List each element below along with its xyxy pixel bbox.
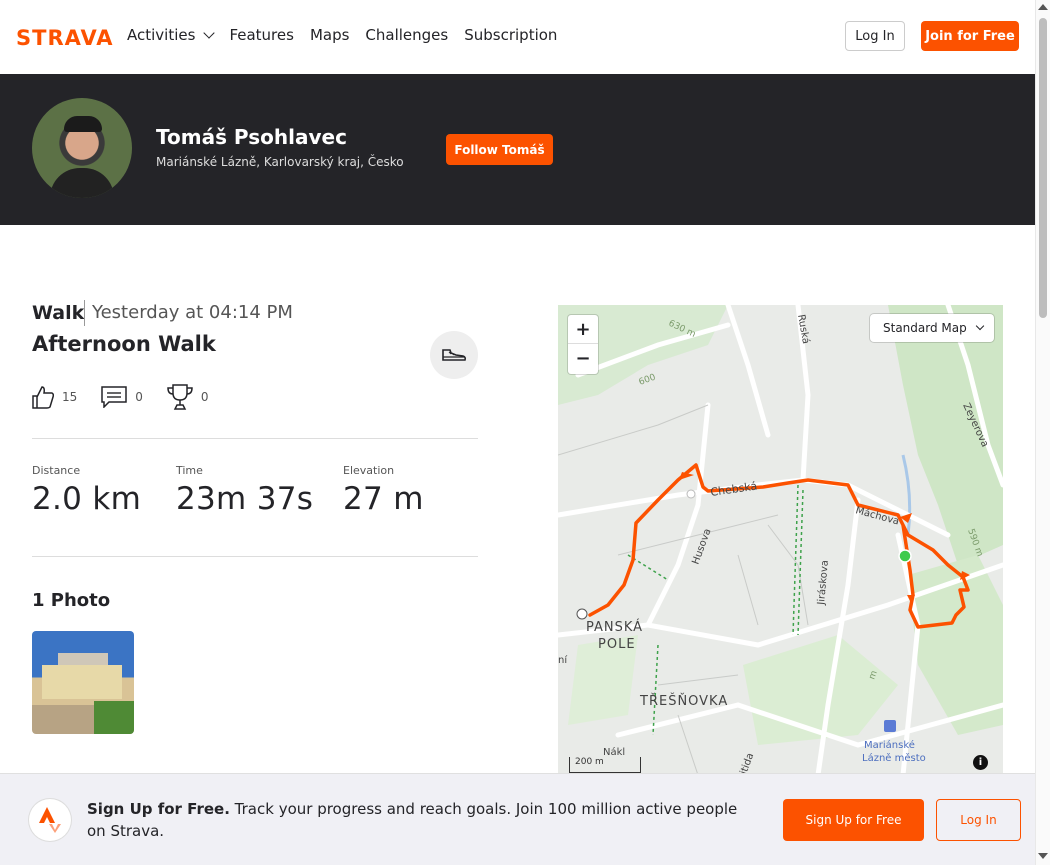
- comment-count: 0: [135, 390, 143, 404]
- banner-headline: Sign Up for Free.: [87, 800, 230, 818]
- nav-challenges[interactable]: Challenges: [365, 26, 448, 44]
- map-label-marianske: Mariánské: [864, 739, 915, 751]
- stat-label: Time: [176, 464, 203, 477]
- photo-grass: [94, 701, 134, 734]
- stat-label: Distance: [32, 464, 81, 477]
- shoe-icon[interactable]: [430, 331, 478, 379]
- map-label-husova: Husova: [690, 527, 713, 566]
- athlete-avatar[interactable]: [32, 98, 132, 198]
- map-style-label: Standard Map: [883, 321, 967, 335]
- comment-icon: [101, 386, 128, 408]
- divider: [32, 438, 478, 439]
- nav-features[interactable]: Features: [229, 26, 294, 44]
- route-end-marker: [576, 608, 588, 620]
- nav-activities[interactable]: Activities: [127, 26, 216, 44]
- scrollbar-thumb[interactable]: [1039, 18, 1047, 318]
- strava-logo-icon: [29, 799, 71, 841]
- trophy-icon: [167, 384, 193, 410]
- nav-links: Activities Features Maps Challenges Subs…: [127, 26, 557, 44]
- zoom-out-button[interactable]: −: [568, 344, 598, 373]
- stat-value: 23m 37s: [176, 481, 314, 517]
- signup-banner: Sign Up for Free. Track your progress an…: [0, 773, 1035, 865]
- chevron-down-icon: [975, 321, 984, 331]
- athlete-name[interactable]: Tomáš Psohlavec: [156, 125, 347, 149]
- join-free-button[interactable]: Join for Free: [921, 21, 1019, 51]
- banner-message: Sign Up for Free. Track your progress an…: [87, 798, 757, 842]
- map-style-select[interactable]: Standard Map: [870, 314, 994, 342]
- top-navigation: STRAVA Activities Features Maps Challeng…: [0, 0, 1035, 73]
- divider: [84, 300, 85, 326]
- map-canvas: PANSKÁ POLE TŘEŠŇOVKA Chebská Máchova Hu…: [558, 305, 1003, 775]
- map-label-ni: ní: [558, 654, 568, 666]
- banner-login-button[interactable]: Log In: [936, 799, 1021, 841]
- nav-activities-label: Activities: [127, 26, 196, 44]
- activity-photo[interactable]: [32, 631, 134, 734]
- map-elevation-label: 600: [638, 372, 658, 387]
- map-label-itida: itida: [738, 752, 756, 775]
- route-line: [588, 463, 970, 629]
- map-label-tresnovka: TŘEŠŇOVKA: [639, 693, 728, 709]
- map-label-ruska: Ruská: [795, 313, 812, 344]
- map-label-jiraskova: Jiráskova: [815, 560, 831, 607]
- activity-type: Walk: [32, 302, 85, 324]
- achievements-button[interactable]: 0: [167, 384, 209, 410]
- signup-button[interactable]: Sign Up for Free: [783, 799, 924, 841]
- athlete-header: Tomáš Psohlavec Mariánské Lázně, Karlova…: [0, 74, 1035, 225]
- activity-date: Yesterday at 04:14 PM: [92, 302, 293, 323]
- stat-value: 2.0 km: [32, 481, 142, 517]
- social-row: 15 0 0: [32, 384, 233, 410]
- zoom-controls: + −: [568, 315, 598, 374]
- avatar-shirt: [50, 168, 114, 198]
- kudos-count: 15: [62, 390, 78, 404]
- follow-button[interactable]: Follow Tomáš: [446, 134, 553, 165]
- chevron-down-icon: [203, 27, 216, 39]
- activity-title: Afternoon Walk: [32, 332, 216, 356]
- info-icon[interactable]: i: [973, 755, 988, 770]
- stat-label: Elevation: [343, 464, 395, 477]
- nav-subscription[interactable]: Subscription: [464, 26, 557, 44]
- stat-time: Time 23m 37s: [176, 464, 313, 517]
- achievements-count: 0: [200, 390, 209, 404]
- photos-title: 1 Photo: [32, 590, 111, 611]
- map-label-pole: POLE: [598, 637, 636, 652]
- thumbs-up-icon: [32, 386, 54, 409]
- zoom-in-button[interactable]: +: [568, 315, 598, 344]
- map-scale: 200 m: [569, 757, 641, 773]
- nav-maps[interactable]: Maps: [310, 26, 349, 44]
- route-start-marker: [898, 549, 912, 563]
- scroll-up-arrow-icon[interactable]: [1038, 4, 1048, 10]
- map-label-lazne-mesto: Lázně město: [862, 752, 926, 764]
- kudos-button[interactable]: 15: [32, 385, 77, 409]
- login-button[interactable]: Log In: [845, 21, 905, 51]
- stat-elevation: Elevation 27 m: [343, 464, 424, 517]
- scroll-down-arrow-icon[interactable]: [1038, 853, 1048, 859]
- avatar-cap: [64, 116, 102, 132]
- stat-value: 27 m: [343, 481, 424, 517]
- divider: [32, 556, 478, 557]
- map-label-chebska: Chebská: [710, 480, 758, 499]
- athlete-location: Mariánské Lázně, Karlovarský kraj, Česko: [156, 155, 404, 169]
- strava-logo[interactable]: STRAVA: [16, 26, 114, 50]
- photo-building: [42, 665, 122, 699]
- shoe-icon-graphic: [442, 349, 467, 361]
- route-map[interactable]: PANSKÁ POLE TŘEŠŇOVKA Chebská Máchova Hu…: [558, 305, 1003, 775]
- comment-button[interactable]: 0: [101, 386, 143, 408]
- stat-distance: Distance 2.0 km: [32, 464, 141, 517]
- map-label-panska: PANSKÁ: [586, 619, 643, 635]
